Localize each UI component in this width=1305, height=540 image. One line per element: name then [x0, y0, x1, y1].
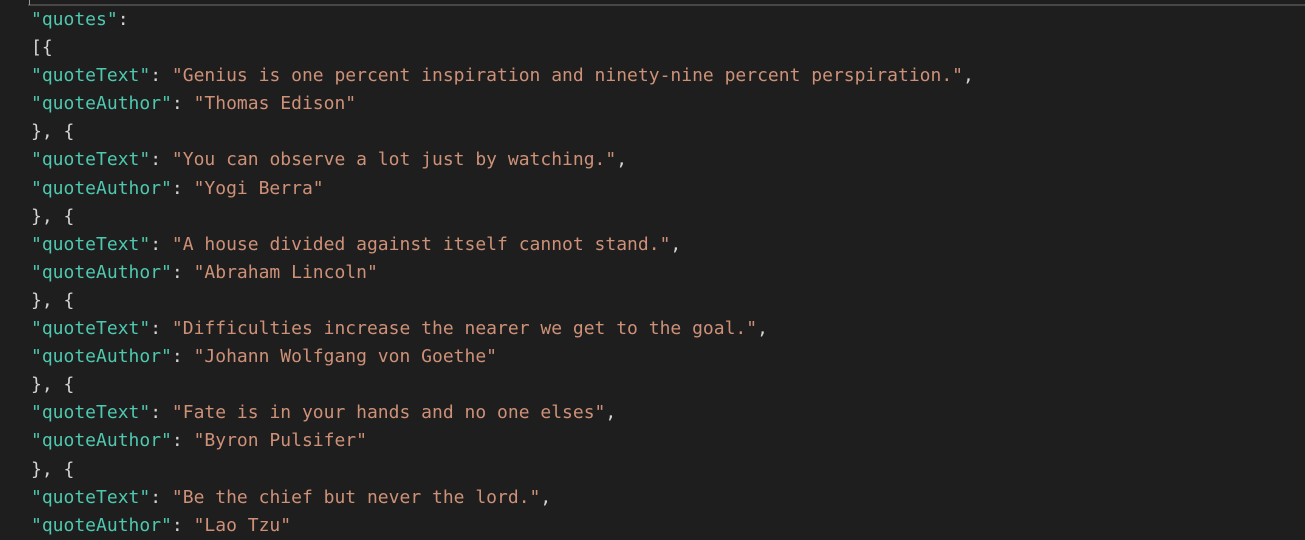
quote-text: "Be the chief but never the lord.": [171, 486, 541, 508]
json-key: "quoteText": [31, 486, 151, 508]
code-line: "quotes":: [31, 9, 129, 30]
code-line: "quoteAuthor": "Lao Tzu": [31, 514, 292, 536]
code-line: "quoteAuthor": "Abraham Lincoln": [31, 261, 378, 283]
object-separator: }, {: [31, 374, 75, 396]
json-key: "quoteAuthor": [31, 514, 172, 536]
json-key: "quoteText": [31, 149, 151, 171]
json-key: "quoteText": [31, 233, 151, 255]
code-line: }, {: [31, 118, 1305, 146]
object-separator: }, {: [31, 205, 75, 227]
quote-text: "You can observe a lot just by watching.…: [171, 149, 617, 171]
code-line: "quoteText": "Difficulties increase the …: [31, 318, 768, 340]
quote-author: "Thomas Edison": [193, 93, 357, 115]
code-line: "quoteAuthor": "Byron Pulsifer": [31, 430, 367, 452]
json-key: "quoteText": [31, 65, 151, 87]
quote-text: "A house divided against itself cannot s…: [171, 233, 671, 255]
object-separator: }, {: [31, 121, 75, 143]
code-line: "quoteAuthor": "Johann Wolfgang von Goet…: [31, 346, 498, 368]
code-line: [{: [31, 34, 1305, 62]
quote-text: "Fate is in your hands and no one elses": [171, 402, 606, 424]
code-line: }, {: [31, 203, 1305, 231]
code-line: "quoteAuthor": "Thomas Edison": [31, 93, 357, 115]
quote-author: "Byron Pulsifer": [193, 430, 367, 452]
quote-author: "Yogi Berra": [193, 177, 324, 199]
code-line: }, {: [31, 371, 1305, 399]
array-open: [{: [31, 37, 53, 59]
json-key: "quoteAuthor": [31, 93, 172, 115]
code-line: "quoteText": "Fate is in your hands and …: [31, 402, 617, 424]
json-editor[interactable]: "quotes": [{ "quoteText": "Genius is one…: [31, 6, 1305, 540]
code-line: "quoteText": "Be the chief but never the…: [31, 486, 552, 508]
code-line: "quoteText": "Genius is one percent insp…: [31, 65, 974, 87]
quote-author: "Abraham Lincoln": [193, 261, 378, 283]
text-cursor: [29, 0, 30, 5]
object-separator: }, {: [31, 289, 75, 311]
quote-author: "Lao Tzu": [193, 514, 292, 536]
code-line: "quoteText": "A house divided against it…: [31, 233, 682, 255]
json-key: "quoteAuthor": [31, 430, 172, 452]
json-key: "quotes": [31, 9, 118, 30]
json-key: "quoteAuthor": [31, 346, 172, 368]
code-line: }, {: [31, 287, 1305, 315]
quote-text: "Difficulties increase the nearer we get…: [171, 318, 758, 340]
json-key: "quoteText": [31, 402, 151, 424]
json-key: "quoteAuthor": [31, 261, 172, 283]
quote-text: "Genius is one percent inspiration and n…: [171, 65, 964, 87]
code-line: "quoteText": "You can observe a lot just…: [31, 149, 628, 171]
json-key: "quoteAuthor": [31, 177, 172, 199]
code-line: }, {: [31, 456, 1305, 484]
object-separator: }, {: [31, 458, 75, 480]
quote-author: "Johann Wolfgang von Goethe": [193, 346, 498, 368]
json-key: "quoteText": [31, 318, 151, 340]
code-line: "quoteAuthor": "Yogi Berra": [31, 177, 324, 199]
